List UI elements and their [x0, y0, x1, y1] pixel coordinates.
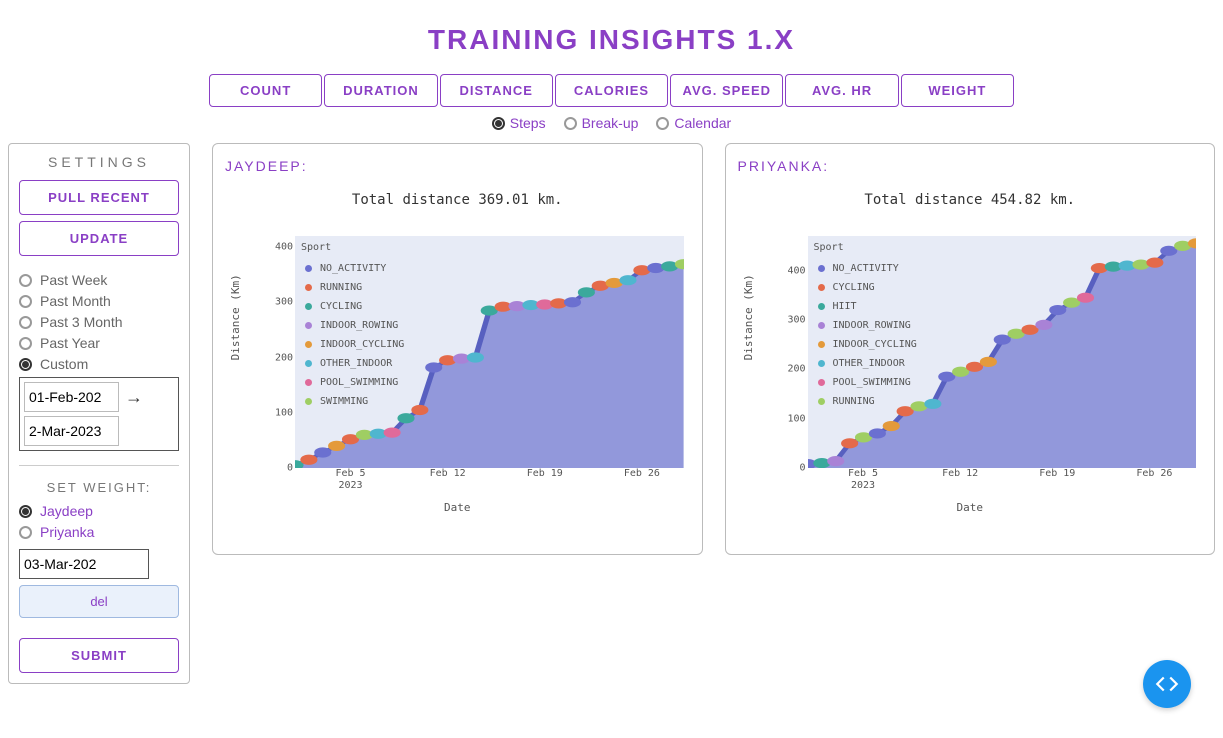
tab-weight[interactable]: WEIGHT [901, 74, 1014, 107]
update-button[interactable]: UPDATE [19, 221, 179, 256]
submit-button[interactable]: SUBMIT [19, 638, 179, 673]
set-weight-heading: SET WEIGHT: [19, 480, 179, 495]
card-jaydeep: JAYDEEP: Total distance 369.01 km. Dista… [212, 143, 703, 555]
card-priyanka: PRIYANKA: Total distance 454.82 km. Dist… [725, 143, 1216, 555]
radio-icon [492, 117, 505, 130]
radio-icon [19, 316, 32, 329]
radio-icon [19, 295, 32, 308]
chart-priyanka: Distance (Km) 0100200300400 Feb 52023Feb… [738, 224, 1203, 514]
settings-sidebar: SETTINGS PULL RECENT UPDATE Past Week Pa… [8, 143, 190, 684]
x-axis-label: Date [738, 501, 1203, 514]
card-name: PRIYANKA: [738, 158, 1203, 174]
radio-icon [564, 117, 577, 130]
date-range-options: Past Week Past Month Past 3 Month Past Y… [19, 272, 179, 451]
code-fab[interactable] [1143, 660, 1191, 708]
range-past-year[interactable]: Past Year [19, 335, 179, 351]
legend: SportNO_ACTIVITYRUNNINGCYCLINGINDOOR_ROW… [301, 238, 404, 411]
weight-person-jaydeep[interactable]: Jaydeep [19, 503, 179, 519]
card-name: JAYDEEP: [225, 158, 690, 174]
radio-icon [19, 274, 32, 287]
view-steps[interactable]: Steps [492, 115, 546, 131]
view-calendar[interactable]: Calendar [656, 115, 731, 131]
tab-distance[interactable]: DISTANCE [440, 74, 553, 107]
radio-icon [19, 337, 32, 350]
range-custom[interactable]: Custom [19, 356, 179, 372]
app-title: TRAINING INSIGHTS 1.X [0, 0, 1223, 74]
tab-duration[interactable]: DURATION [324, 74, 437, 107]
radio-icon [656, 117, 669, 130]
legend: SportNO_ACTIVITYCYCLINGHIITINDOOR_ROWING… [814, 238, 917, 411]
x-axis-label: Date [225, 501, 690, 514]
code-icon [1154, 671, 1180, 697]
total-distance: Total distance 369.01 km. [225, 192, 690, 208]
date-start-input[interactable] [24, 382, 119, 412]
tab-calories[interactable]: CALORIES [555, 74, 668, 107]
metric-tabs: COUNT DURATION DISTANCE CALORIES AVG. SP… [208, 74, 1015, 107]
tab-avg-hr[interactable]: AVG. HR [785, 74, 898, 107]
date-end-input[interactable] [24, 416, 119, 446]
range-past-month[interactable]: Past Month [19, 293, 179, 309]
del-button[interactable]: del [19, 585, 179, 618]
y-axis-label: Distance (Km) [229, 274, 242, 360]
range-past-3-month[interactable]: Past 3 Month [19, 314, 179, 330]
chart-jaydeep: Distance (Km) 0100200300400 Feb 52023Feb… [225, 224, 690, 514]
range-past-week[interactable]: Past Week [19, 272, 179, 288]
y-axis-label: Distance (Km) [742, 274, 755, 360]
radio-icon [19, 505, 32, 518]
radio-icon [19, 526, 32, 539]
settings-heading: SETTINGS [19, 154, 179, 170]
tab-avg-speed[interactable]: AVG. SPEED [670, 74, 783, 107]
view-mode-radios: Steps Break-up Calendar [0, 107, 1223, 143]
custom-date-box: → [19, 377, 179, 451]
radio-icon [19, 358, 32, 371]
pull-recent-button[interactable]: PULL RECENT [19, 180, 179, 215]
total-distance: Total distance 454.82 km. [738, 192, 1203, 208]
tab-count[interactable]: COUNT [209, 74, 322, 107]
weight-person-priyanka[interactable]: Priyanka [19, 524, 179, 540]
view-breakup[interactable]: Break-up [564, 115, 639, 131]
weight-date-input[interactable] [19, 549, 149, 579]
arrow-right-icon: → [125, 387, 143, 408]
